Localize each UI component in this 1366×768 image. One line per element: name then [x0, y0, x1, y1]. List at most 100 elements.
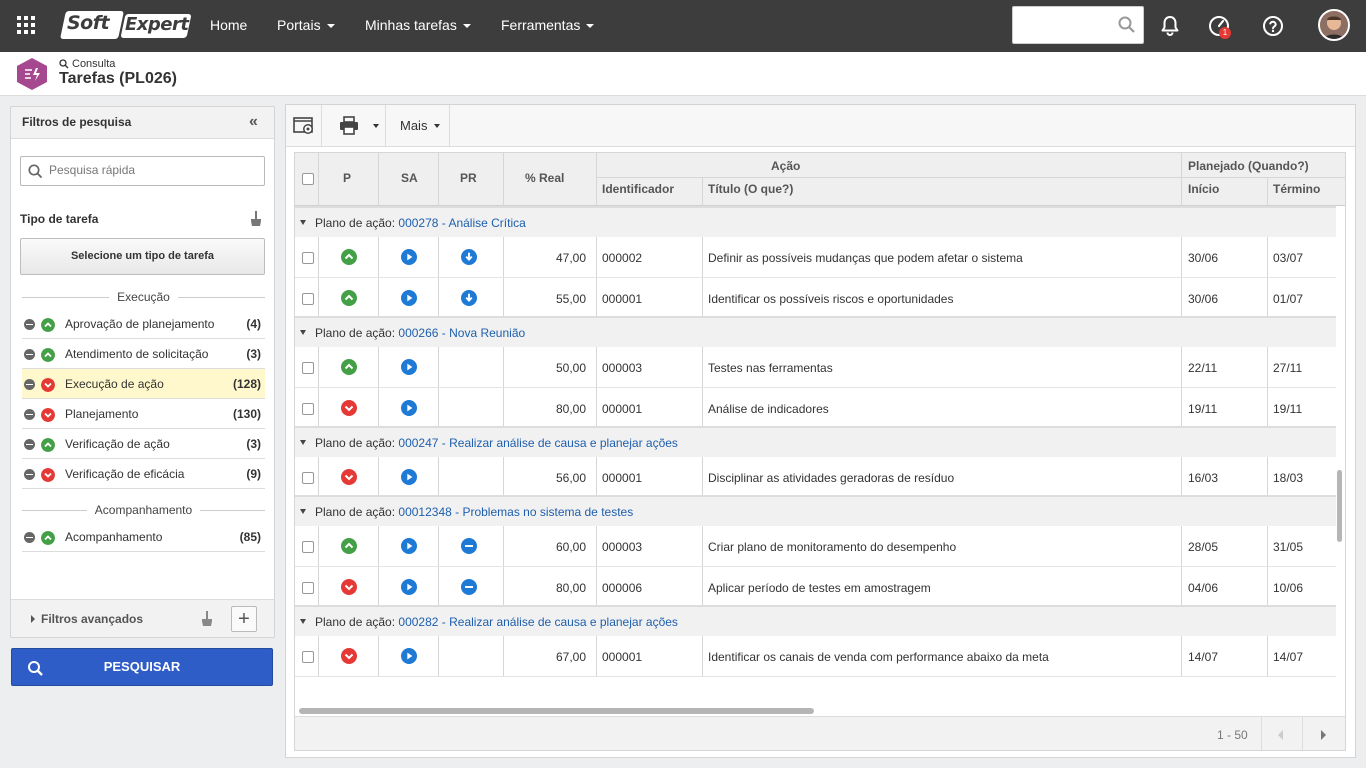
filter-item-verificacao-acao[interactable]: Verificação de ação (3) [22, 429, 265, 459]
broom-icon[interactable] [201, 611, 213, 627]
global-search-input[interactable] [1012, 6, 1144, 44]
row-checkbox[interactable] [302, 472, 314, 484]
nav-ferramentas[interactable]: Ferramentas [501, 0, 595, 52]
task-title: Disciplinar as atividades geradoras de r… [708, 471, 955, 485]
row-checkbox[interactable] [302, 252, 314, 264]
breadcrumb[interactable]: Consulta [72, 58, 115, 70]
status-down-icon[interactable] [341, 469, 357, 485]
filter-item-atendimento[interactable]: Atendimento de solicitação (3) [22, 339, 265, 369]
play-icon[interactable] [401, 648, 417, 664]
status-down-icon[interactable] [341, 648, 357, 664]
user-avatar[interactable] [1318, 9, 1350, 41]
row-checkbox[interactable] [302, 651, 314, 663]
table-row[interactable]: 80,00 000006 Aplicar período de testes em … [295, 567, 1336, 608]
search-button[interactable]: PESQUISAR [11, 648, 273, 686]
collapse-caret-icon[interactable] [300, 330, 306, 335]
filter-item-verificacao-eficacia[interactable]: Verificação de eficácia (9) [22, 459, 265, 489]
horizontal-scrollbar[interactable] [299, 708, 814, 714]
more-button[interactable]: Mais [386, 105, 450, 146]
col-titulo[interactable]: Título (O que?) [708, 182, 793, 196]
col-inicio[interactable]: Início [1188, 182, 1219, 196]
status-up-icon[interactable] [341, 290, 357, 306]
minus-circle-icon[interactable] [461, 579, 477, 595]
collapse-caret-icon[interactable] [300, 440, 306, 445]
play-icon[interactable] [401, 359, 417, 375]
group-row[interactable]: Plano de ação: 000282 - Realizar análise… [295, 605, 1336, 636]
quick-search-input[interactable] [49, 163, 249, 177]
prev-page-button[interactable] [1262, 717, 1302, 750]
table-row[interactable]: 56,00 000001 Disciplinar as atividades ger… [295, 457, 1336, 498]
group-row[interactable]: Plano de ação: 000278 - Análise Crítica [295, 206, 1336, 237]
col-pr[interactable]: PR [460, 171, 477, 185]
action-plan-link[interactable]: 000247 - Realizar análise de causa e pla… [398, 436, 678, 450]
collapse-caret-icon[interactable] [300, 220, 306, 225]
status-up-icon[interactable] [341, 249, 357, 265]
action-plan-link[interactable]: 000282 - Realizar análise de causa e pla… [398, 615, 678, 629]
filter-item-execucao[interactable]: Execução de ação (128) [22, 369, 265, 399]
broom-icon[interactable] [250, 211, 262, 227]
next-page-button[interactable] [1303, 717, 1345, 750]
status-up-icon[interactable] [341, 538, 357, 554]
table-row[interactable]: 50,00 000003 Testes nas ferramentas 22/11 27… [295, 347, 1336, 388]
col-id[interactable]: Identificador [602, 182, 674, 196]
select-task-type-button[interactable]: Selecione um tipo de tarefa [20, 238, 265, 275]
table-row[interactable]: 80,00 000001 Análise de indicadores 19/11 19… [295, 388, 1336, 429]
row-checkbox[interactable] [302, 582, 314, 594]
group-row[interactable]: Plano de ação: 000247 - Realizar análise… [295, 426, 1336, 457]
nav-minhas-tarefas[interactable]: Minhas tarefas [365, 0, 471, 52]
row-checkbox[interactable] [302, 403, 314, 415]
select-all-checkbox[interactable] [302, 173, 314, 185]
col-termino[interactable]: Término [1273, 182, 1320, 196]
minus-circle-icon[interactable] [461, 538, 477, 554]
play-icon[interactable] [401, 538, 417, 554]
col-p[interactable]: P [343, 171, 351, 185]
action-plan-link[interactable]: 00012348 - Problemas no sistema de teste… [398, 505, 633, 519]
table-row[interactable]: 67,00 000001 Identificar os canais de vend… [295, 636, 1336, 677]
play-icon[interactable] [401, 249, 417, 265]
action-plan-link[interactable]: 000278 - Análise Crítica [398, 216, 525, 230]
group-row[interactable]: Plano de ação: 00012348 - Problemas no s… [295, 495, 1336, 526]
group-row[interactable]: Plano de ação: 000266 - Nova Reunião [295, 316, 1336, 347]
arrow-down-icon[interactable] [461, 249, 477, 265]
nav-portais[interactable]: Portais [277, 0, 335, 52]
play-icon[interactable] [401, 469, 417, 485]
row-checkbox[interactable] [302, 293, 314, 305]
collapse-caret-icon[interactable] [300, 619, 306, 624]
table-row[interactable]: 47,00 000002 Definir as possíveis mudanças… [295, 237, 1336, 278]
table-row[interactable]: 55,00 000001 Identificar os possíveis risc… [295, 278, 1336, 319]
col-sa[interactable]: SA [401, 171, 418, 185]
end-date: 14/07 [1273, 650, 1304, 664]
quick-search-field[interactable] [20, 156, 265, 186]
status-down-icon[interactable] [341, 400, 357, 416]
row-checkbox[interactable] [302, 541, 314, 553]
add-filter-button[interactable]: + [231, 606, 257, 632]
print-button[interactable] [322, 105, 386, 146]
table-row[interactable]: 60,00 000003 Criar plano de monitoramento … [295, 526, 1336, 567]
collapse-icon[interactable]: « [249, 114, 258, 130]
advanced-filters-bar[interactable]: Filtros avançados + [11, 599, 274, 637]
bell-icon[interactable] [1158, 14, 1182, 38]
end-date: 03/07 [1273, 251, 1304, 265]
play-icon[interactable] [401, 290, 417, 306]
view-button[interactable] [286, 105, 322, 146]
help-icon[interactable] [1261, 14, 1285, 38]
filter-item-planejamento[interactable]: Planejamento (130) [22, 399, 265, 429]
vertical-scrollbar[interactable] [1337, 470, 1342, 542]
end-date: 19/11 [1273, 402, 1303, 416]
search-icon[interactable] [1118, 16, 1136, 34]
collapse-caret-icon[interactable] [300, 509, 306, 514]
nav-home[interactable]: Home [210, 0, 247, 52]
real-percent: 55,00 [555, 292, 586, 306]
arrow-down-icon[interactable] [461, 290, 477, 306]
action-plan-link[interactable]: 000266 - Nova Reunião [398, 326, 525, 340]
col-real[interactable]: % Real [525, 171, 564, 185]
play-icon[interactable] [401, 579, 417, 595]
status-up-icon[interactable] [341, 359, 357, 375]
row-checkbox[interactable] [302, 362, 314, 374]
apps-grid-icon[interactable] [17, 16, 35, 34]
filter-item-aprovacao[interactable]: Aprovação de planejamento (4) [22, 309, 265, 339]
filter-item-acompanhamento[interactable]: Acompanhamento (85) [22, 522, 265, 552]
softexpert-logo[interactable]: Soft Expert [60, 11, 192, 39]
status-down-icon[interactable] [341, 579, 357, 595]
play-icon[interactable] [401, 400, 417, 416]
